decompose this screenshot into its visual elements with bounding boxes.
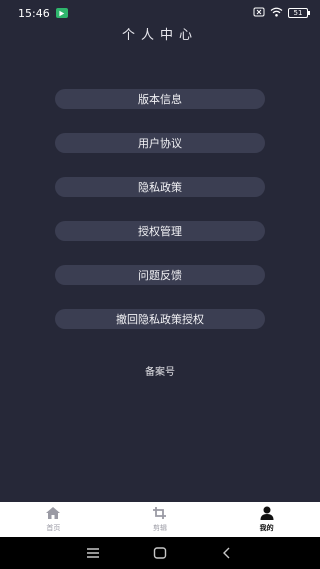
- bottom-tab-bar: 首页 剪辑 我的: [0, 502, 320, 537]
- tab-home-label: 首页: [46, 524, 61, 532]
- battery-icon: 51: [288, 8, 310, 18]
- crop-icon: [152, 506, 168, 522]
- no-sim-icon: [253, 7, 265, 20]
- tab-edit[interactable]: 剪辑: [107, 502, 214, 537]
- home-icon: [45, 506, 61, 522]
- menu-icon[interactable]: [86, 544, 100, 563]
- tab-edit-label: 剪辑: [153, 524, 167, 532]
- tab-mine-label: 我的: [259, 524, 274, 532]
- play-store-icon: [55, 8, 68, 18]
- wifi-icon: [270, 7, 283, 20]
- status-time: 15:46: [18, 6, 50, 20]
- privacy-policy-button[interactable]: 隐私政策: [55, 177, 265, 197]
- system-nav-bar: [0, 537, 320, 569]
- feedback-button[interactable]: 问题反馈: [55, 265, 265, 285]
- version-info-button[interactable]: 版本信息: [55, 89, 265, 109]
- tab-home[interactable]: 首页: [0, 502, 107, 537]
- back-icon[interactable]: [220, 544, 234, 563]
- home-button-icon[interactable]: [153, 544, 167, 563]
- revoke-privacy-authorization-button[interactable]: 撤回隐私政策授权: [55, 309, 265, 329]
- tab-mine[interactable]: 我的: [213, 502, 320, 537]
- beian-text: 备案号: [145, 367, 175, 378]
- authorization-management-button[interactable]: 授权管理: [55, 221, 265, 241]
- status-bar: 15:46 51: [0, 0, 320, 26]
- user-agreement-button[interactable]: 用户协议: [55, 133, 265, 153]
- user-icon: [259, 506, 275, 522]
- page-title: 个人中心: [121, 28, 198, 43]
